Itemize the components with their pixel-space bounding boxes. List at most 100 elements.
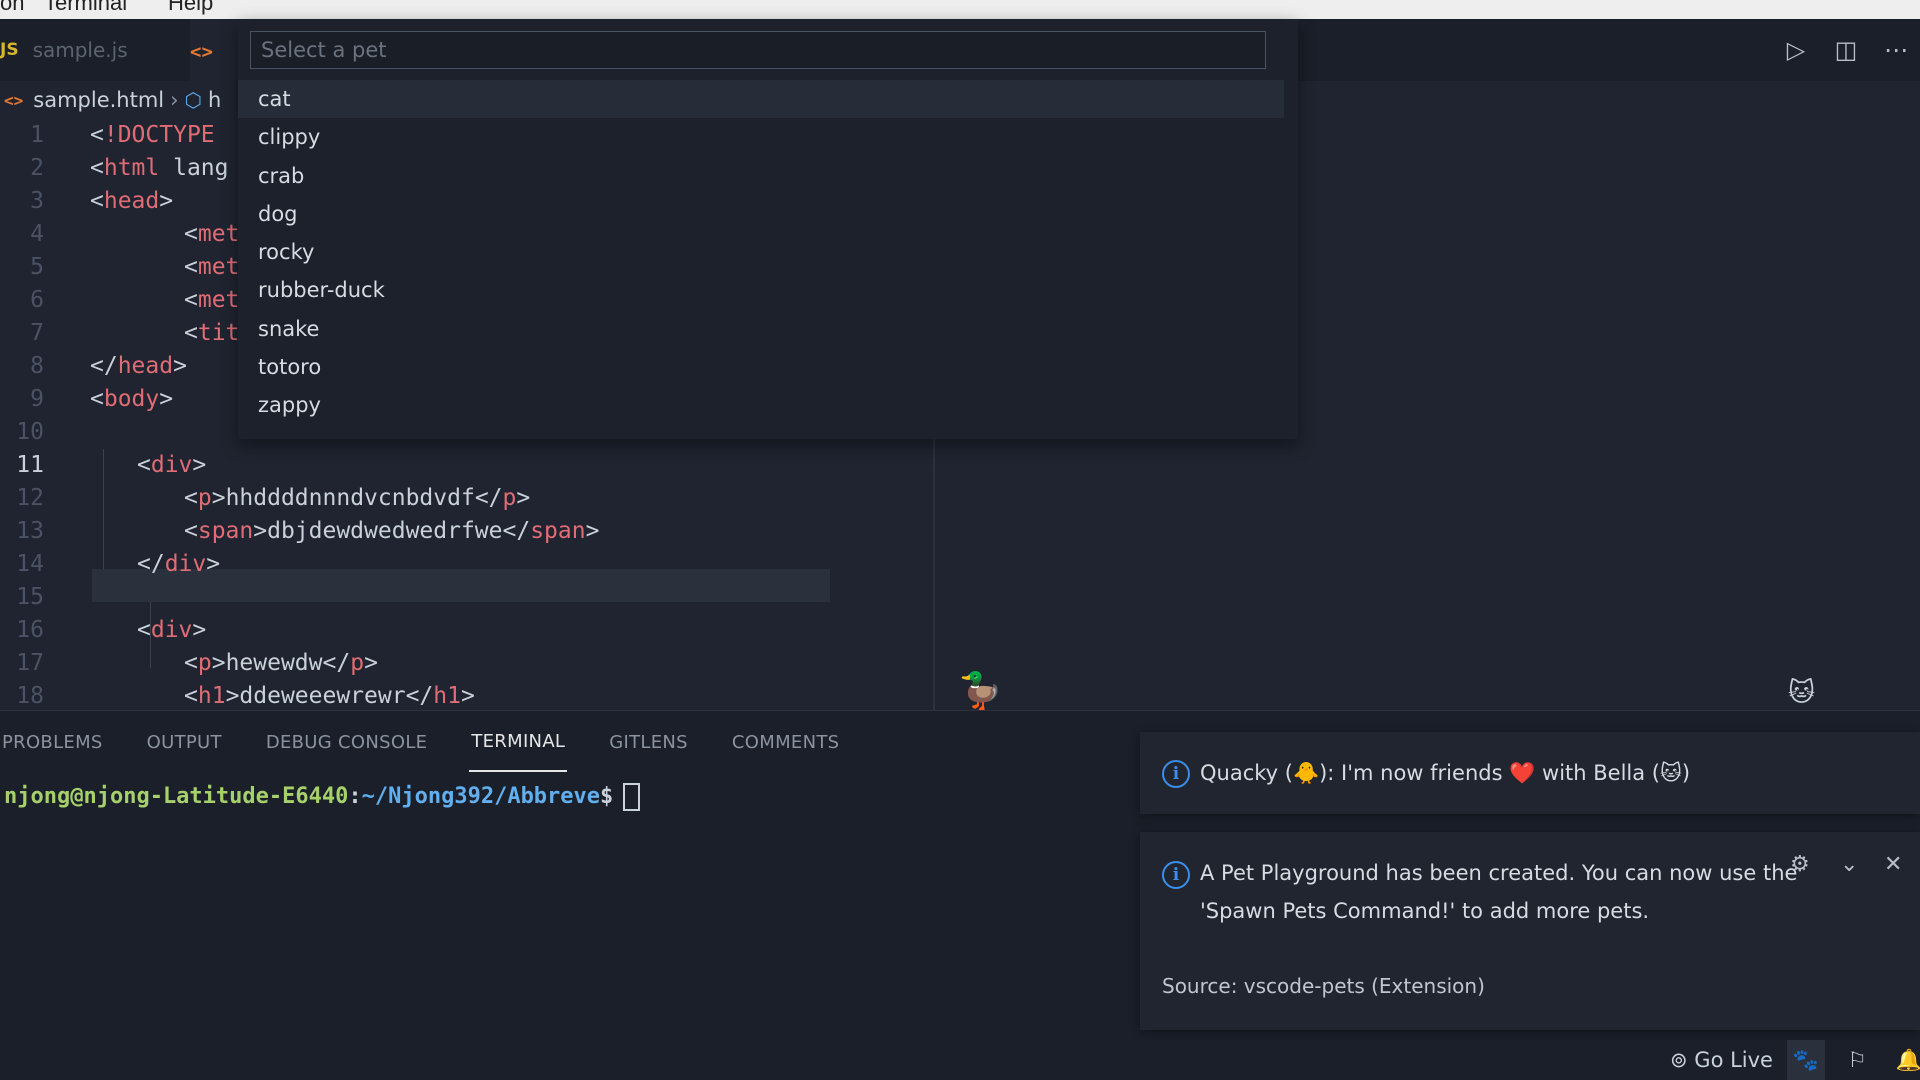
line-number: 10 bbox=[16, 419, 44, 445]
tab-problems[interactable]: PROBLEMS bbox=[0, 714, 105, 771]
notification-playground[interactable]: i A Pet Playground has been created. You… bbox=[1140, 832, 1920, 1030]
menu-item-terminal[interactable]: Terminal bbox=[44, 0, 127, 16]
code-text: <html lang bbox=[90, 155, 229, 181]
line-number: 9 bbox=[30, 386, 44, 412]
code-line[interactable]: 16 <div> bbox=[0, 614, 960, 647]
code-line[interactable]: 14 </div> bbox=[0, 548, 960, 581]
pet-quick-pick: catclippycrabdogrockyrubber-ducksnaketot… bbox=[238, 19, 1298, 439]
notification-text-line1: A Pet Playground has been created. You c… bbox=[1200, 861, 1798, 885]
code-text: <div> bbox=[137, 617, 207, 643]
pet-option-snake[interactable]: snake bbox=[238, 310, 1284, 348]
line-number: 2 bbox=[30, 155, 44, 181]
symbol-cube-icon: ⬡ bbox=[184, 88, 203, 112]
editor-split-divider[interactable] bbox=[933, 430, 935, 710]
breadcrumb: <> sample.html › ⬡ h bbox=[0, 81, 250, 119]
more-actions-icon[interactable]: ⋯ bbox=[1882, 36, 1910, 64]
terminal-path: ~/Njong392/Abbreve bbox=[361, 784, 601, 809]
menu-bar: on Terminal Help bbox=[0, 0, 1920, 19]
line-number: 7 bbox=[30, 320, 44, 346]
notifications-bell-icon[interactable]: 🔔 bbox=[1890, 1040, 1920, 1080]
line-number: 12 bbox=[16, 485, 44, 511]
menu-item-help[interactable]: Help bbox=[168, 0, 213, 16]
go-live-label: Go Live bbox=[1694, 1048, 1773, 1072]
html-file-icon: <> bbox=[4, 90, 24, 110]
terminal-colon: : bbox=[348, 784, 362, 809]
tab-sample-js[interactable]: JS sample.js bbox=[0, 19, 190, 81]
tab-label: sample.js bbox=[32, 38, 128, 62]
html-code-icon: <> bbox=[190, 41, 213, 63]
line-number: 14 bbox=[16, 551, 44, 577]
terminal-user: njong@njong-Latitude-E6440 bbox=[4, 784, 349, 809]
chevron-right-icon: › bbox=[170, 88, 179, 112]
pet-option-zappy[interactable]: zappy bbox=[238, 386, 1284, 424]
pet-option-dog[interactable]: dog bbox=[238, 195, 1284, 233]
close-icon[interactable]: ✕ bbox=[1884, 852, 1902, 877]
notification-text-line2: 'Spawn Pets Command!' to add more pets. bbox=[1200, 899, 1650, 923]
rubber-duck-pet-icon[interactable]: 🦆 bbox=[958, 670, 1003, 712]
code-line[interactable]: 11 <div> bbox=[0, 449, 960, 482]
pet-option-crab[interactable]: crab bbox=[238, 157, 1284, 195]
pet-option-cat[interactable]: cat bbox=[238, 80, 1284, 119]
notification-friends[interactable]: i Quacky (🐥): I'm now friends ❤️ with Be… bbox=[1140, 732, 1920, 814]
code-text: <body> bbox=[90, 386, 174, 412]
code-line[interactable]: 17 <p>hewewdw</p> bbox=[0, 647, 960, 680]
editor-actions: ▷ ◫ ⋯ bbox=[1782, 19, 1920, 81]
go-live-button[interactable]: ⊚ Go Live bbox=[1670, 1040, 1773, 1080]
code-text: </div> bbox=[137, 551, 221, 577]
line-number: 16 bbox=[16, 617, 44, 643]
line-number: 1 bbox=[30, 122, 44, 148]
line-number: 18 bbox=[16, 683, 44, 709]
code-text: <h1>ddeweeewrewr</h1> bbox=[184, 683, 475, 709]
tab-comments[interactable]: COMMENTS bbox=[730, 714, 841, 771]
code-line[interactable]: 15 bbox=[0, 581, 960, 614]
pet-list: cat clippy crab dog rocky rubber-duck snake tot… bbox=[238, 80, 1284, 425]
line-number: 11 bbox=[16, 452, 44, 478]
run-icon[interactable]: ▷ bbox=[1782, 36, 1810, 64]
notification-source: Source: vscode-pets (Extension) bbox=[1162, 974, 1485, 998]
panel-tabs: PROBLEMS OUTPUT DEBUG CONSOLE TERMINAL G… bbox=[0, 711, 881, 773]
line-number: 17 bbox=[16, 650, 44, 676]
line-number: 6 bbox=[30, 287, 44, 313]
code-text: </head> bbox=[90, 353, 187, 379]
pet-option-rocky[interactable]: rocky bbox=[238, 233, 1284, 271]
pet-search-input[interactable] bbox=[250, 31, 1266, 69]
cat-pet-icon[interactable]: 🐱 bbox=[1788, 678, 1815, 708]
tab-output[interactable]: OUTPUT bbox=[145, 714, 224, 771]
tab-terminal[interactable]: TERMINAL bbox=[469, 713, 568, 772]
line-number: 13 bbox=[16, 518, 44, 544]
broadcast-icon: ⊚ bbox=[1670, 1048, 1688, 1072]
line-number: 5 bbox=[30, 254, 44, 280]
chevron-down-icon[interactable]: ⌄ bbox=[1840, 852, 1858, 877]
tab-gitlens[interactable]: GITLENS bbox=[607, 714, 690, 771]
line-number: 3 bbox=[30, 188, 44, 214]
feedback-icon[interactable]: ⚐ bbox=[1838, 1040, 1876, 1080]
code-text: <div> bbox=[137, 452, 207, 478]
breadcrumb-file[interactable]: sample.html bbox=[33, 88, 164, 112]
notification-text: Quacky (🐥): I'm now friends ❤️ with Bell… bbox=[1200, 761, 1691, 785]
pet-option-totoro[interactable]: totoro bbox=[238, 348, 1284, 386]
gear-icon[interactable]: ⚙ bbox=[1790, 852, 1810, 877]
pet-option-rubber-duck[interactable]: rubber-duck bbox=[238, 271, 1284, 309]
code-line[interactable]: 18 <h1>ddeweeewrewr</h1> bbox=[0, 680, 960, 713]
line-number: 4 bbox=[30, 221, 44, 247]
terminal-prompt: $ bbox=[600, 784, 614, 809]
line-number: 8 bbox=[30, 353, 44, 379]
terminal-output[interactable]: njong@njong-Latitude-E6440:~/Njong392/Ab… bbox=[4, 783, 641, 811]
split-editor-icon[interactable]: ◫ bbox=[1832, 36, 1860, 64]
code-line[interactable]: 12 <p>hhddddnnndvcnbdvdf</p> bbox=[0, 482, 960, 515]
code-text: <span>dbjdewdwedwedrfwe</span> bbox=[184, 518, 600, 544]
terminal-cursor bbox=[623, 783, 641, 811]
tab-debug-console[interactable]: DEBUG CONSOLE bbox=[264, 714, 430, 771]
status-bar: ⊚ Go Live 🐾 ⚐ 🔔 bbox=[0, 1040, 1920, 1080]
code-text: <head> bbox=[90, 188, 174, 214]
code-line[interactable]: 13 <span>dbjdewdwedwedrfwe</span> bbox=[0, 515, 960, 548]
code-text: <p>hhddddnnndvcnbdvdf</p> bbox=[184, 485, 531, 511]
js-file-icon: JS bbox=[0, 40, 19, 60]
pets-status-icon[interactable]: 🐾 bbox=[1787, 1040, 1825, 1080]
menu-item-run[interactable]: on bbox=[0, 0, 24, 16]
info-icon: i bbox=[1162, 760, 1190, 788]
pet-option-clippy[interactable]: clippy bbox=[238, 118, 1284, 156]
code-text: <!DOCTYPE bbox=[90, 122, 215, 148]
breadcrumb-symbol[interactable]: h bbox=[208, 88, 221, 112]
line-number: 15 bbox=[16, 584, 44, 610]
